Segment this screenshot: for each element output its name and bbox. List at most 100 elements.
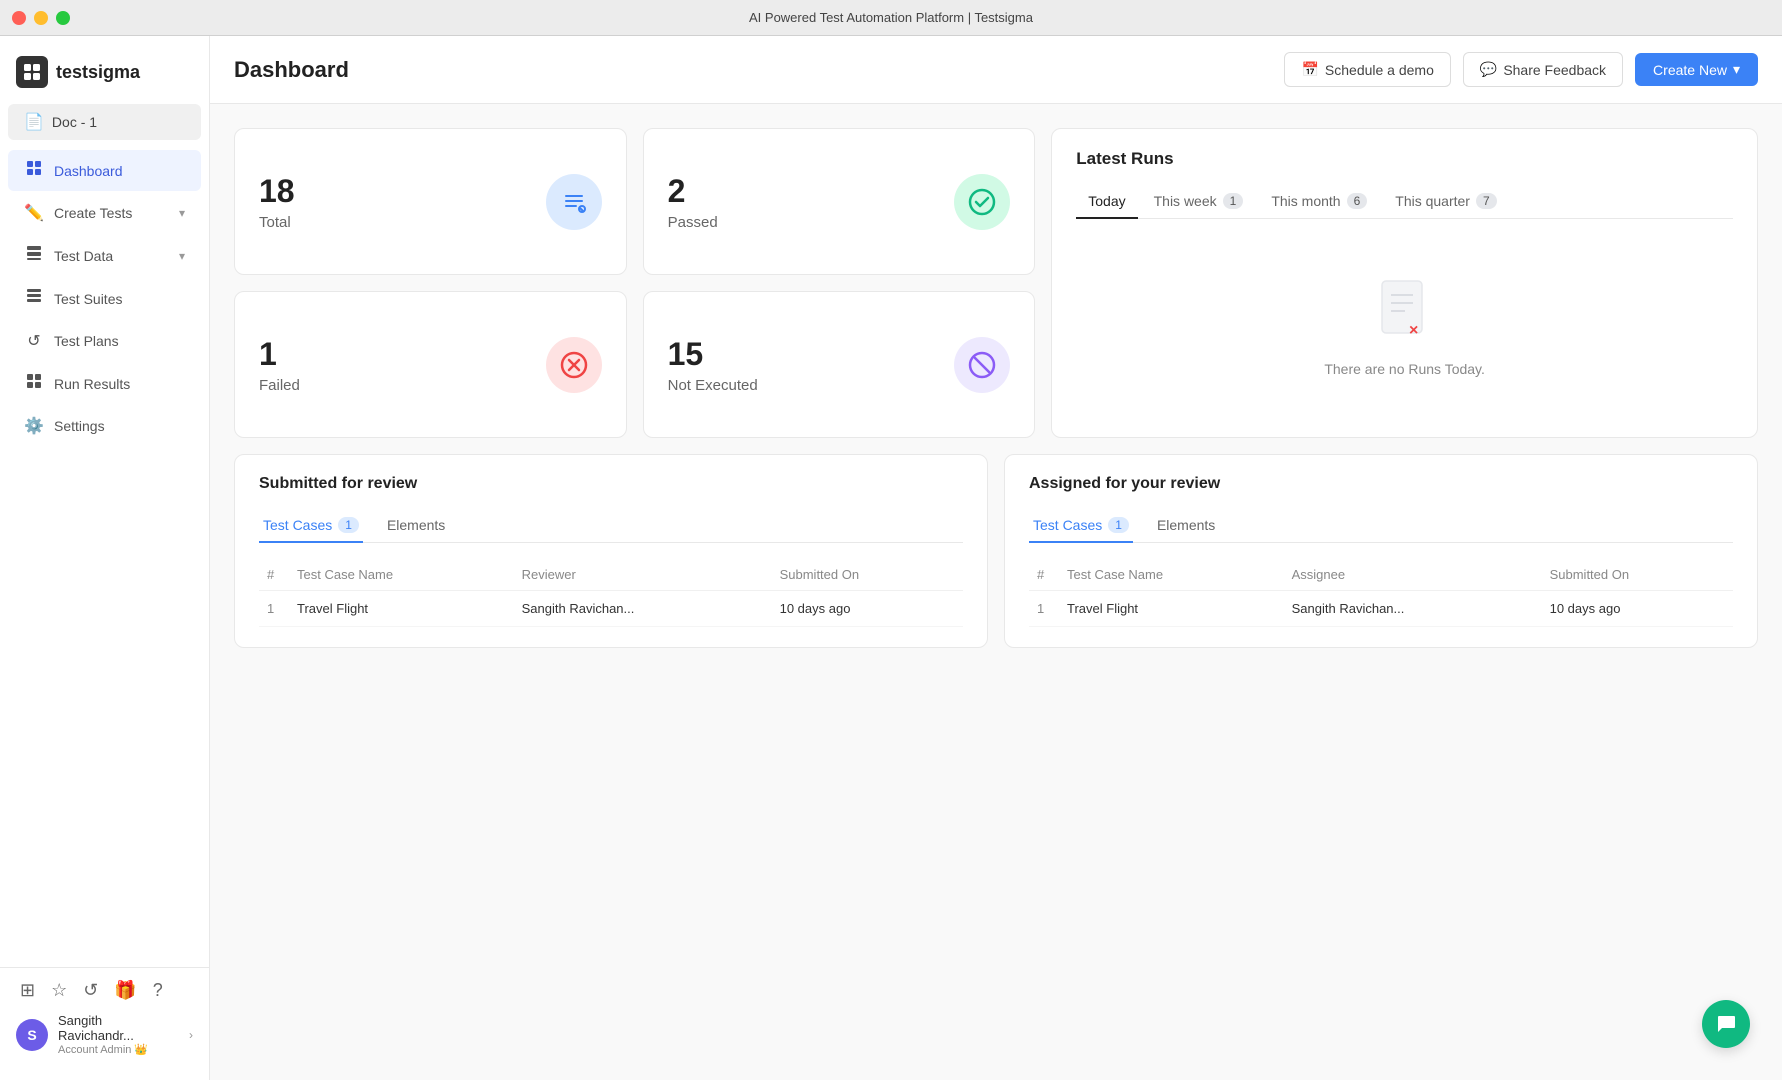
submitted-review-tabs: Test Cases 1 Elements (259, 509, 963, 543)
dashboard-icon (24, 160, 44, 181)
assigned-test-cases-badge: 1 (1108, 517, 1129, 533)
latest-runs-card: Latest Runs Today This week 1 This month… (1051, 128, 1758, 438)
user-chevron-icon: › (189, 1028, 193, 1042)
test-plans-label: Test Plans (54, 333, 185, 349)
stat-label-passed: Passed (668, 214, 718, 231)
assigned-test-cases-tab[interactable]: Test Cases 1 (1029, 509, 1133, 543)
sidebar-logo: testsigma (0, 48, 209, 104)
empty-state-icon: × (1377, 279, 1432, 349)
page-title: Dashboard (234, 57, 1268, 83)
sidebar-item-run-results[interactable]: Run Results (8, 363, 201, 404)
run-results-icon (24, 373, 44, 394)
dashboard-label: Dashboard (54, 163, 185, 179)
dropdown-arrow-icon: ▾ (1733, 61, 1740, 78)
test-data-label: Test Data (54, 248, 169, 264)
sidebar-item-settings[interactable]: ⚙️ Settings (8, 406, 201, 446)
create-new-button[interactable]: Create New ▾ (1635, 53, 1758, 86)
stat-label-not-executed: Not Executed (668, 377, 758, 394)
sidebar-item-test-data[interactable]: Test Data ▾ (8, 235, 201, 276)
settings-label: Settings (54, 418, 185, 434)
stat-info-not-executed: 15 Not Executed (668, 336, 758, 394)
assigned-elements-tab[interactable]: Elements (1153, 509, 1219, 543)
test-suites-icon (24, 288, 44, 309)
stat-number-not-executed: 15 (668, 336, 758, 373)
share-feedback-button[interactable]: 💬 Share Feedback (1463, 52, 1623, 87)
stat-number-passed: 2 (668, 173, 718, 210)
doc-label: Doc - 1 (52, 114, 97, 130)
sidebar-bottom: ⊞ ☆ ↺ 🎁 ? S Sangith Ravichandr... Accoun… (0, 967, 209, 1068)
sidebar: testsigma 📄 Doc - 1 Dashboard ✏️ Create … (0, 36, 210, 1080)
user-role: Account Admin 👑 (58, 1043, 179, 1056)
col-submitted-on-assigned: Submitted On (1542, 559, 1733, 591)
runs-tab-today[interactable]: Today (1076, 185, 1137, 219)
row-reviewer: Sangith Ravichan... (514, 591, 772, 627)
runs-tabs: Today This week 1 This month 6 This quar… (1076, 185, 1733, 219)
logo-icon (16, 56, 48, 88)
stat-card-passed: 2 Passed (643, 128, 1036, 275)
runs-tab-this-week[interactable]: This week 1 (1142, 185, 1256, 219)
create-tests-icon: ✏️ (24, 203, 44, 223)
close-button[interactable] (12, 11, 26, 25)
stat-info-total: 18 Total (259, 173, 295, 231)
create-tests-chevron: ▾ (179, 206, 185, 220)
test-data-chevron: ▾ (179, 249, 185, 263)
sidebar-item-test-plans[interactable]: ↺ Test Plans (8, 321, 201, 361)
calendar-icon: 📅 (1301, 61, 1318, 78)
runs-tab-this-quarter[interactable]: This quarter 7 (1383, 185, 1508, 219)
schedule-demo-button[interactable]: 📅 Schedule a demo (1284, 52, 1450, 87)
submitted-review-table: # Test Case Name Reviewer Submitted On 1… (259, 559, 963, 627)
settings-icon: ⚙️ (24, 416, 44, 436)
feedback-icon: 💬 (1480, 61, 1497, 78)
stat-info-failed: 1 Failed (259, 336, 300, 394)
assigned-review-table: # Test Case Name Assignee Submitted On 1… (1029, 559, 1733, 627)
page-header: Dashboard 📅 Schedule a demo 💬 Share Feed… (210, 36, 1782, 104)
runs-tab-this-month[interactable]: This month 6 (1259, 185, 1379, 219)
favorite-icon[interactable]: ☆ (51, 980, 67, 1001)
submitted-review-card: Submitted for review Test Cases 1 Elemen… (234, 454, 988, 648)
stat-icon-not-executed (954, 337, 1010, 393)
assigned-review-title: Assigned for your review (1029, 475, 1733, 493)
stat-card-not-executed: 15 Not Executed (643, 291, 1036, 438)
submitted-test-cases-badge: 1 (338, 517, 359, 533)
review-row: Submitted for review Test Cases 1 Elemen… (234, 454, 1758, 648)
refresh-icon[interactable]: ↺ (83, 980, 98, 1001)
test-data-icon (24, 245, 44, 266)
titlebar-buttons (12, 11, 70, 25)
stat-label-failed: Failed (259, 377, 300, 394)
minimize-button[interactable] (34, 11, 48, 25)
empty-state: × There are no Runs Today. (1076, 239, 1733, 417)
user-details: Sangith Ravichandr... Account Admin 👑 (58, 1013, 179, 1056)
sidebar-doc-item[interactable]: 📄 Doc - 1 (8, 104, 201, 140)
empty-text: There are no Runs Today. (1324, 361, 1485, 377)
col-submitted-on: Submitted On (772, 559, 963, 591)
stat-card-failed: 1 Failed (234, 291, 627, 438)
stat-icon-failed (546, 337, 602, 393)
gift-icon[interactable]: 🎁 (114, 980, 136, 1001)
sidebar-item-dashboard[interactable]: Dashboard (8, 150, 201, 191)
table-row: 1 Travel Flight Sangith Ravichan... 10 d… (1029, 591, 1733, 627)
stats-grid: 18 Total (234, 128, 1035, 438)
sidebar-item-test-suites[interactable]: Test Suites (8, 278, 201, 319)
col-num: # (259, 559, 289, 591)
header-actions: 📅 Schedule a demo 💬 Share Feedback Creat… (1284, 52, 1758, 87)
bottom-icons-row: ⊞ ☆ ↺ 🎁 ? (16, 980, 193, 1001)
submitted-test-cases-tab[interactable]: Test Cases 1 (259, 509, 363, 543)
col-num-assigned: # (1029, 559, 1059, 591)
sidebar-item-create-tests[interactable]: ✏️ Create Tests ▾ (8, 193, 201, 233)
maximize-button[interactable] (56, 11, 70, 25)
stat-number-total: 18 (259, 173, 295, 210)
row-submitted-assigned: 10 days ago (1542, 591, 1733, 627)
latest-runs-title: Latest Runs (1076, 149, 1733, 169)
row-num-assigned: 1 (1029, 591, 1059, 627)
this-week-count: 1 (1223, 193, 1244, 209)
grid-icon[interactable]: ⊞ (20, 980, 35, 1001)
help-icon[interactable]: ? (153, 980, 163, 1001)
submitted-elements-tab[interactable]: Elements (383, 509, 449, 543)
run-results-label: Run Results (54, 376, 185, 392)
this-quarter-count: 7 (1476, 193, 1497, 209)
doc-icon: 📄 (24, 112, 44, 132)
this-month-count: 6 (1347, 193, 1368, 209)
stat-label-total: Total (259, 214, 295, 231)
chat-button[interactable] (1702, 1000, 1750, 1048)
user-info[interactable]: S Sangith Ravichandr... Account Admin 👑 … (16, 1013, 193, 1056)
